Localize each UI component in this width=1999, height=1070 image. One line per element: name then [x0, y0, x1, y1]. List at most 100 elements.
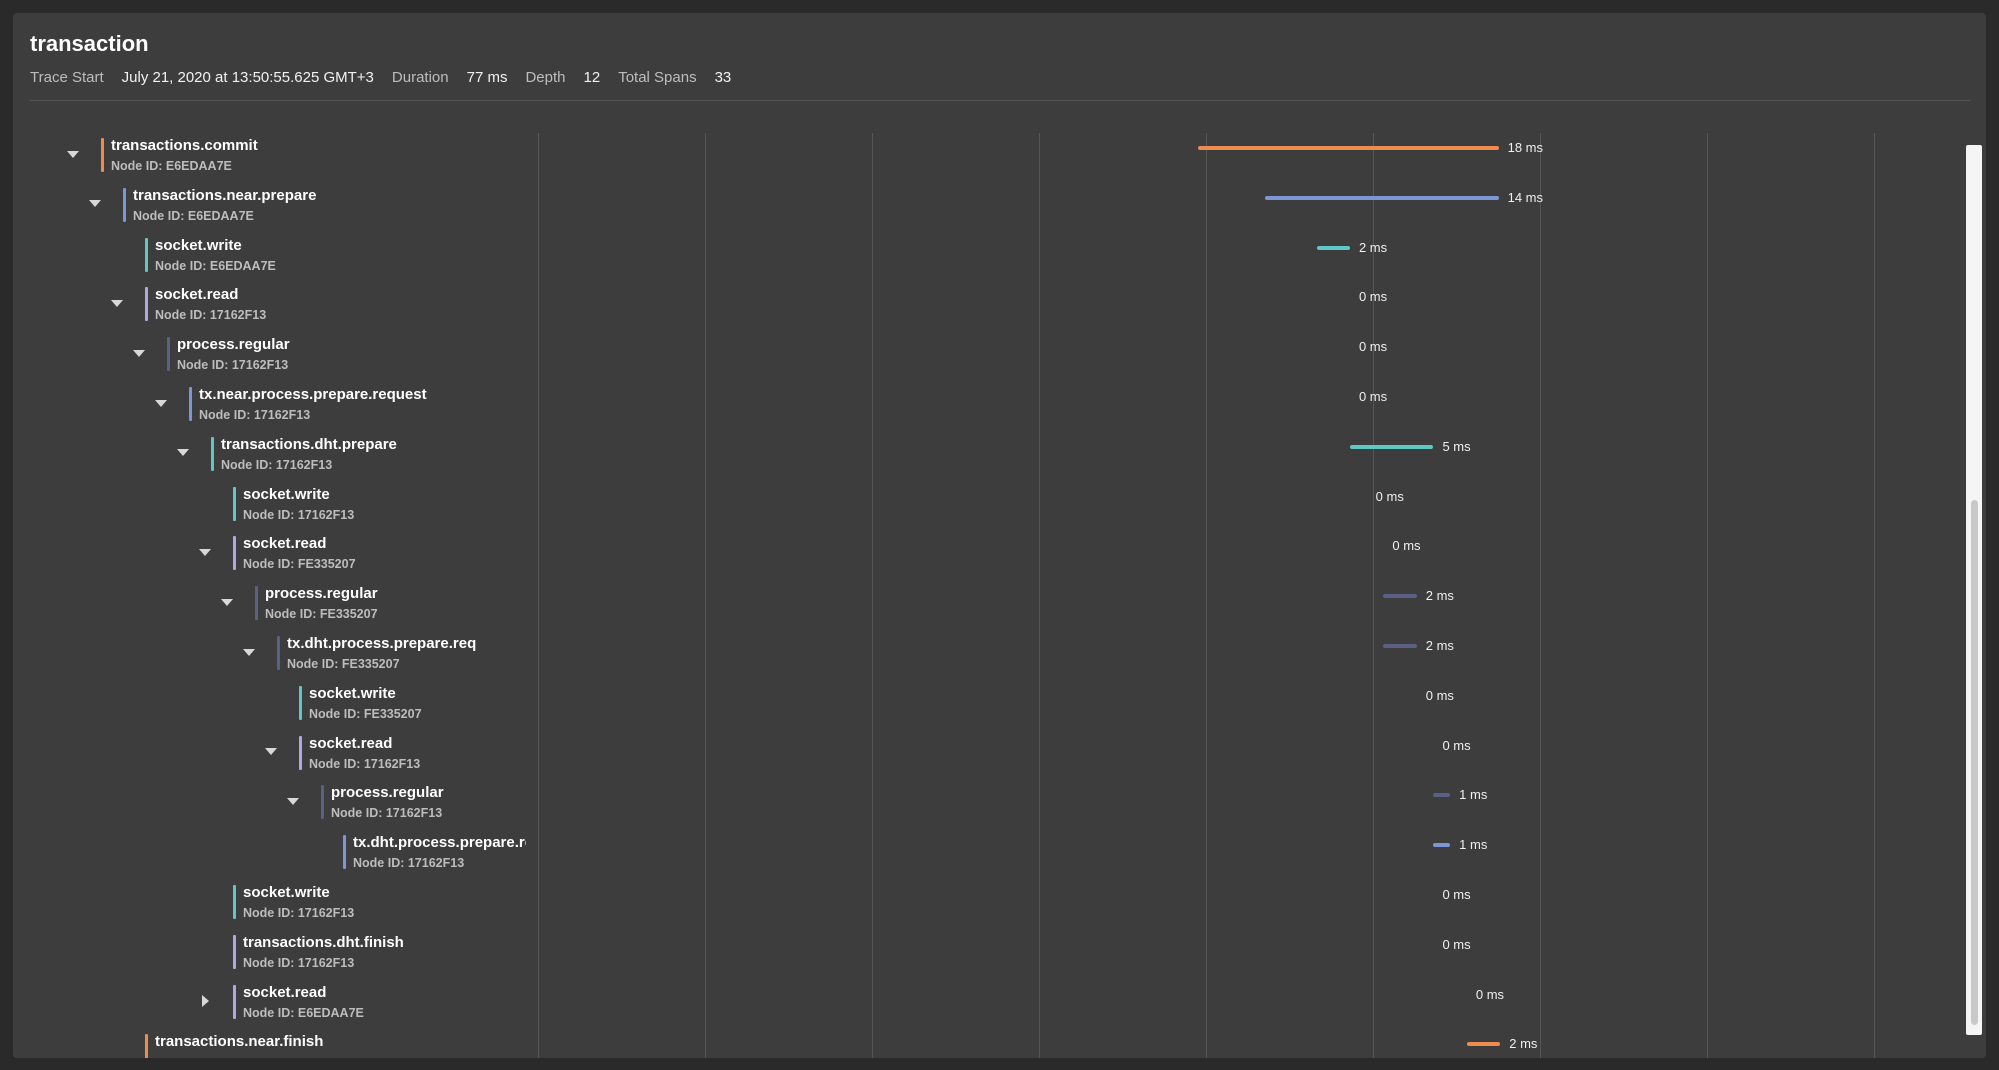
- collapse-chevron-icon[interactable]: [130, 344, 148, 362]
- span-duration-bar[interactable]: [1198, 146, 1499, 150]
- span-color-marker: [167, 337, 170, 372]
- span-color-marker: [299, 685, 302, 720]
- span-duration-bar[interactable]: [1383, 594, 1417, 599]
- span-label: process.regular Node ID: FE335207: [265, 583, 526, 633]
- span-duration-label: 0 ms: [1358, 339, 1388, 355]
- span-duration-bar[interactable]: [1264, 195, 1499, 200]
- span-name: socket.read: [155, 286, 239, 304]
- collapse-chevron-icon[interactable]: [174, 444, 192, 462]
- span-row[interactable]: tx.dht.process.prepare.re Node ID: 17162F…: [13, 832, 1953, 882]
- span-row[interactable]: transactions.dht.prepare Node ID: 17162F1…: [13, 434, 1953, 484]
- span-duration-label: 0 ms: [1442, 737, 1471, 753]
- span-row[interactable]: tx.dht.process.prepare.req Node ID: FE335…: [13, 633, 1953, 683]
- span-name: socket.write: [155, 236, 242, 254]
- span-row[interactable]: tx.near.process.prepare.request Node ID: …: [13, 384, 1953, 434]
- span-color-marker: [101, 138, 104, 172]
- span-duration-label: 2 ms: [1425, 588, 1454, 604]
- span-duration-label: 18 ms: [1507, 140, 1543, 155]
- span-node-id: Node ID: 17162F13: [243, 906, 355, 920]
- span-label: transactions.near.prepare Node ID: E6EDAA…: [133, 185, 526, 235]
- span-node-id: Node ID: 17162F13: [221, 457, 333, 472]
- span-tree-timeline[interactable]: transactions.commit Node ID: E6EDAA7E 18 m…: [13, 133, 1973, 1058]
- span-color-marker: [233, 536, 236, 571]
- span-name: transactions.near.finish: [155, 1033, 324, 1051]
- span-duration-label: 0 ms: [1475, 986, 1505, 1002]
- span-node-id: Node ID: 17162F13: [331, 806, 443, 821]
- span-duration-label: 0 ms: [1442, 887, 1471, 902]
- span-node-id: Node ID: E6EDAA7E: [155, 258, 276, 273]
- span-duration-bar[interactable]: [1349, 444, 1434, 449]
- caret-down-icon: [199, 548, 211, 556]
- scrollbar-thumb[interactable]: [1971, 500, 1978, 1025]
- collapse-chevron-icon[interactable]: [240, 643, 258, 661]
- span-duration-label: 5 ms: [1442, 438, 1471, 454]
- collapse-chevron-icon[interactable]: [262, 743, 280, 761]
- span-node-id: Node ID: 17162F13: [243, 955, 355, 970]
- span-color-marker: [233, 934, 236, 969]
- span-row[interactable]: process.regular Node ID: 17162F13 1 ms: [13, 782, 1953, 832]
- span-duration-label: 0 ms: [1425, 687, 1454, 703]
- span-row[interactable]: socket.read Node ID: FE335207 0 ms: [13, 533, 1953, 583]
- span-node-id: Node ID: 17162F13: [243, 507, 355, 522]
- total-spans-label: Total Spans: [618, 69, 697, 86]
- span-duration-bar[interactable]: [1466, 1042, 1501, 1047]
- span-node-id: Node ID: E6EDAA7E: [243, 1005, 364, 1020]
- span-row[interactable]: socket.read Node ID: 17162F13 0 ms: [13, 733, 1953, 783]
- span-color-marker: [233, 984, 236, 1019]
- span-name: tx.dht.process.prepare.re: [353, 834, 526, 852]
- span-row[interactable]: process.regular Node ID: FE335207 2 ms: [13, 583, 1953, 633]
- span-row[interactable]: socket.read Node ID: 17162F13 0 ms: [13, 284, 1953, 334]
- collapse-chevron-icon[interactable]: [86, 195, 104, 213]
- span-duration-label: 2 ms: [1358, 239, 1388, 255]
- span-name: transactions.dht.finish: [243, 933, 404, 951]
- span-row[interactable]: socket.read Node ID: E6EDAA7E 0 ms: [13, 982, 1953, 1032]
- duration-label: Duration: [391, 69, 449, 86]
- span-node-id: Node ID: 17162F13: [155, 308, 267, 323]
- span-label: socket.write Node ID: E6EDAA7E: [155, 235, 526, 285]
- caret-down-icon: [265, 748, 277, 756]
- span-duration-bar[interactable]: [1433, 843, 1451, 848]
- caret-down-icon: [155, 399, 167, 407]
- collapse-chevron-icon[interactable]: [218, 593, 236, 611]
- span-label: tx.dht.process.prepare.re Node ID: 17162F…: [353, 832, 526, 882]
- collapse-chevron-icon[interactable]: [152, 394, 170, 412]
- expand-chevron-icon[interactable]: [196, 992, 214, 1010]
- collapse-chevron-icon[interactable]: [64, 145, 82, 163]
- span-label: socket.write Node ID: 17162F13: [243, 882, 526, 932]
- span-color-marker: [145, 1034, 148, 1058]
- span-name: socket.read: [243, 535, 327, 553]
- span-row[interactable]: process.regular Node ID: 17162F13 0 ms: [13, 334, 1953, 384]
- span-color-marker: [211, 436, 214, 471]
- span-label: socket.read Node ID: FE335207: [243, 533, 526, 583]
- span-row[interactable]: transactions.near.finish 2 ms: [13, 1031, 1953, 1058]
- span-row[interactable]: socket.write Node ID: E6EDAA7E 2 ms: [13, 235, 1953, 285]
- span-duration-bar[interactable]: [1316, 245, 1350, 250]
- span-duration-label: 1 ms: [1459, 787, 1488, 803]
- span-node-id: Node ID: 17162F13: [353, 856, 465, 871]
- caret-down-icon: [221, 598, 233, 606]
- span-label: socket.read Node ID: E6EDAA7E: [243, 982, 526, 1032]
- span-row[interactable]: socket.write Node ID: 17162F13 0 ms: [13, 484, 1953, 534]
- scrollbar[interactable]: [1966, 145, 1982, 1035]
- trace-start-label: Trace Start: [30, 69, 104, 86]
- span-duration-label: 0 ms: [1392, 538, 1421, 554]
- collapse-chevron-icon[interactable]: [284, 792, 302, 810]
- span-row[interactable]: transactions.near.prepare Node ID: E6EDAA…: [13, 185, 1953, 235]
- depth-label: Depth: [525, 69, 566, 86]
- span-label: process.regular Node ID: 17162F13: [177, 334, 526, 384]
- span-duration-label: 2 ms: [1509, 1036, 1538, 1052]
- span-row[interactable]: transactions.dht.finish Node ID: 17162F13…: [13, 932, 1953, 982]
- caret-down-icon: [67, 150, 79, 158]
- span-label: socket.read Node ID: 17162F13: [155, 284, 526, 334]
- span-duration-bar[interactable]: [1433, 793, 1451, 798]
- span-node-id: Node ID: FE335207: [287, 657, 400, 671]
- collapse-chevron-icon[interactable]: [196, 543, 214, 561]
- span-row[interactable]: socket.write Node ID: 17162F13 0 ms: [13, 882, 1953, 932]
- caret-down-icon: [243, 648, 255, 656]
- span-row[interactable]: transactions.commit Node ID: E6EDAA7E 18 m…: [13, 135, 1953, 185]
- span-duration-bar[interactable]: [1383, 644, 1417, 648]
- span-row[interactable]: socket.write Node ID: FE335207 0 ms: [13, 683, 1953, 733]
- caret-down-icon: [89, 200, 101, 208]
- span-duration-label: 1 ms: [1459, 837, 1488, 853]
- collapse-chevron-icon[interactable]: [108, 294, 126, 312]
